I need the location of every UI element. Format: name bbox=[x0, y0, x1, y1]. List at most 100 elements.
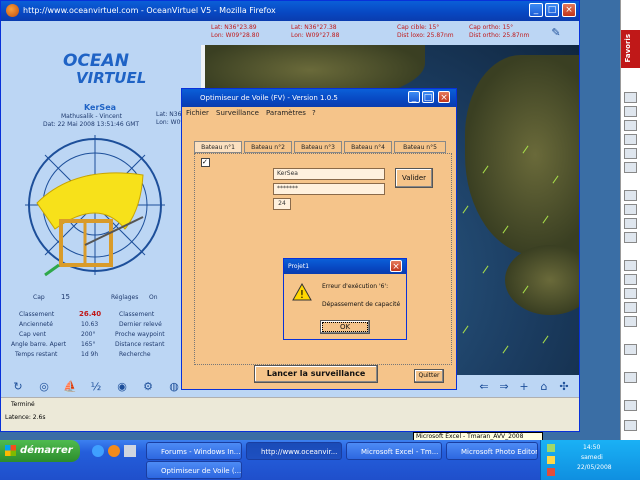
stat-label: Classement bbox=[19, 311, 55, 318]
radio-icon[interactable]: ◉ bbox=[115, 380, 129, 394]
position-strip: Lat: N36°23.89 Lon: W09°28.80 Lat: N36°2… bbox=[201, 21, 579, 45]
move-right-icon[interactable]: ⇒ bbox=[497, 380, 511, 394]
menu-parametres[interactable]: Paramètres bbox=[266, 109, 306, 117]
ok-button[interactable]: OK bbox=[320, 320, 370, 334]
landmass bbox=[465, 55, 579, 255]
optimizer-maximize-button[interactable]: □ bbox=[422, 91, 434, 103]
tray-icon[interactable] bbox=[547, 444, 555, 452]
stat-value: 165° bbox=[81, 341, 96, 348]
interval-field[interactable]: 24 bbox=[273, 198, 291, 210]
firefox-quicklaunch-icon[interactable] bbox=[108, 445, 120, 457]
cap-cible: Cap cible: 15° bbox=[397, 24, 440, 31]
globe-icon[interactable]: ◍ bbox=[167, 380, 181, 394]
lon-2: Lon: W09°27.88 bbox=[291, 32, 340, 39]
password-field[interactable]: ******* bbox=[273, 183, 385, 195]
quit-button[interactable]: Quitter bbox=[414, 369, 444, 383]
browser-titlebar[interactable]: http://www.oceanvirtuel.com - OceanVirtu… bbox=[1, 1, 579, 21]
sidebar-icon[interactable] bbox=[624, 120, 637, 131]
sidebar-icon[interactable] bbox=[624, 218, 637, 229]
sidebar-icon[interactable] bbox=[624, 134, 637, 145]
task-excel[interactable]: Microsoft Excel - Tm... bbox=[346, 442, 442, 460]
sidebar-icon[interactable] bbox=[624, 344, 637, 355]
close-button[interactable]: × bbox=[562, 3, 576, 17]
boat-owner: Mathusalik - Vincent bbox=[61, 113, 122, 120]
menu-help[interactable]: ? bbox=[312, 109, 316, 117]
menu-surveillance[interactable]: Surveillance bbox=[216, 109, 259, 117]
sidebar-icon[interactable] bbox=[624, 106, 637, 117]
move-left-icon[interactable]: ⇐ bbox=[477, 380, 491, 394]
task-oceanvirtuel[interactable]: http://www.oceanvir... bbox=[246, 442, 342, 460]
refresh-icon[interactable]: ↻ bbox=[11, 380, 25, 394]
sidebar-icon[interactable] bbox=[624, 302, 637, 313]
dist-loxo: Dist loxo: 25.87nm bbox=[397, 32, 454, 39]
sidebar-icon[interactable] bbox=[624, 204, 637, 215]
gear-icon[interactable]: ⚙ bbox=[141, 380, 155, 394]
browser-status-bar: Terminé bbox=[1, 397, 579, 411]
tab-bateau-5[interactable]: Bateau n°5 bbox=[394, 141, 446, 153]
target-icon[interactable]: ◎ bbox=[37, 380, 51, 394]
stat-value: 200° bbox=[81, 331, 96, 338]
lat-2: Lat: N36°27.38 bbox=[291, 24, 337, 31]
sidebar-icon[interactable] bbox=[624, 260, 637, 271]
task-photo-editor[interactable]: Microsoft Photo Editor bbox=[446, 442, 538, 460]
desktop-quicklaunch-icon[interactable] bbox=[124, 445, 136, 457]
stat-value: 1d 9h bbox=[81, 351, 99, 358]
warning-icon: ! bbox=[292, 283, 312, 301]
zoom-icon[interactable]: ½ bbox=[89, 380, 103, 394]
favorites-label: Favoris bbox=[624, 34, 632, 63]
tab-bateau-1[interactable]: Bateau n°1 bbox=[194, 141, 242, 153]
optimizer-minimize-button[interactable]: _ bbox=[408, 91, 420, 103]
boat-name-field[interactable]: KerSea bbox=[273, 168, 385, 180]
clock-date: 22/05/2008 bbox=[577, 464, 612, 471]
ie-quicklaunch-icon[interactable] bbox=[92, 445, 104, 457]
sidebar-icon[interactable] bbox=[624, 190, 637, 201]
stat-label: Cap vent bbox=[19, 331, 46, 338]
menu-fichier[interactable]: Fichier bbox=[186, 109, 209, 117]
cap-label: Cap bbox=[33, 294, 45, 301]
sidebar-icon[interactable] bbox=[624, 400, 637, 411]
start-button[interactable]: démarrer bbox=[0, 440, 80, 462]
sidebar-icon[interactable] bbox=[624, 232, 637, 243]
reglages-value[interactable]: On bbox=[149, 294, 158, 301]
sidebar-icon[interactable] bbox=[624, 316, 637, 327]
home-icon[interactable]: ⌂ bbox=[537, 380, 551, 394]
pencil-icon[interactable]: ✎ bbox=[549, 26, 563, 40]
tab-bateau-2[interactable]: Bateau n°2 bbox=[244, 141, 292, 153]
sidebar-icon[interactable] bbox=[624, 162, 637, 173]
sidebar-icon[interactable] bbox=[624, 148, 637, 159]
favorites-tab[interactable]: Favoris bbox=[621, 30, 640, 68]
compass-icon[interactable]: ✣ bbox=[557, 380, 571, 394]
error-title: Projet1 bbox=[288, 263, 310, 270]
optimizer-close-button[interactable]: × bbox=[438, 91, 450, 103]
optimizer-titlebar[interactable]: Optimiseur de Voile (FV) - Version 1.0.5… bbox=[182, 89, 456, 107]
task-optimiseur[interactable]: Optimiseur de Voile (... bbox=[146, 461, 242, 479]
validate-button[interactable]: Valider bbox=[395, 168, 433, 188]
sidebar-icon[interactable] bbox=[624, 274, 637, 285]
tray-icon[interactable] bbox=[547, 456, 555, 464]
minimize-button[interactable]: _ bbox=[529, 3, 543, 17]
boat-info-panel: OCEAN VIRTUEL KerSea Mathusalik - Vincen… bbox=[1, 21, 201, 397]
sidebar-icon[interactable] bbox=[624, 420, 637, 431]
favorites-sidebar: Favoris bbox=[620, 0, 640, 440]
tray-icon[interactable] bbox=[547, 468, 555, 476]
tab-bateau-3[interactable]: Bateau n°3 bbox=[294, 141, 342, 153]
launch-surveillance-button[interactable]: Lancer la surveillance bbox=[254, 365, 378, 383]
reglages-label: Réglages bbox=[111, 294, 139, 301]
lat-1: Lat: N36°23.89 bbox=[211, 24, 257, 31]
sail-icon[interactable]: ⛵ bbox=[63, 380, 77, 394]
error-titlebar[interactable]: Projet1 × bbox=[284, 259, 406, 274]
error-dialog: Projet1 × ! Erreur d'exécution '6': Dépa… bbox=[283, 258, 407, 340]
cap-ortho: Cap ortho: 15° bbox=[469, 24, 514, 31]
plus-icon[interactable]: + bbox=[517, 380, 531, 394]
sidebar-icon[interactable] bbox=[624, 288, 637, 299]
windows-taskbar: démarrer Forums - Windows In... http://w… bbox=[0, 440, 640, 480]
maximize-button[interactable]: □ bbox=[545, 3, 559, 17]
tab-bateau-4[interactable]: Bateau n°4 bbox=[344, 141, 392, 153]
sidebar-icon[interactable] bbox=[624, 372, 637, 383]
enable-checkbox[interactable]: ✓ bbox=[201, 158, 210, 167]
sidebar-icon[interactable] bbox=[624, 92, 637, 103]
stat-label2: Dernier relevé bbox=[119, 321, 162, 328]
error-close-button[interactable]: × bbox=[390, 260, 402, 272]
task-forums[interactable]: Forums - Windows In... bbox=[146, 442, 242, 460]
stat-label2: Classement bbox=[119, 311, 155, 318]
